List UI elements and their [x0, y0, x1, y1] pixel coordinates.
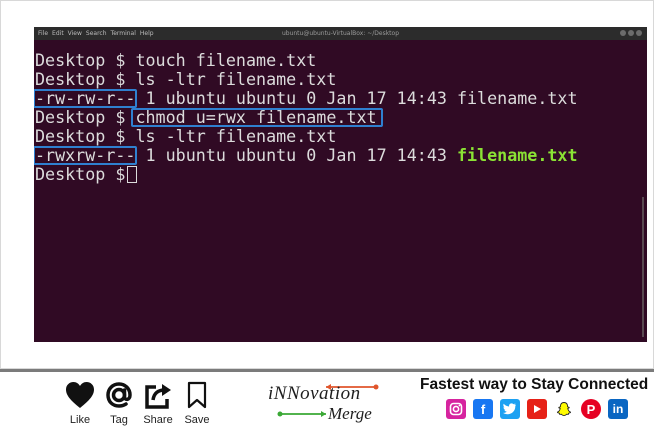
social-brand-links: f P in	[446, 399, 628, 419]
terminal-line: Desktop $	[35, 165, 647, 184]
tag-button[interactable]: Tag	[105, 379, 133, 426]
terminal-line: -rwxrw-r-- 1 ubuntu ubuntu 0 Jan 17 14:4…	[34, 145, 647, 165]
pinterest-icon[interactable]: P	[581, 399, 601, 419]
logo-text-line2: Merge	[328, 404, 372, 423]
tag-label: Tag	[110, 414, 128, 426]
executable-filename: filename.txt	[456, 145, 578, 165]
prompt: Desktop $	[35, 107, 126, 127]
text-cursor	[127, 166, 138, 183]
window-controls	[620, 30, 642, 36]
youtube-icon[interactable]	[527, 399, 547, 419]
terminal-line: Desktop $ chmod u=rwx filename.txt	[35, 108, 647, 127]
twitter-icon[interactable]	[500, 399, 520, 419]
share-button[interactable]: Share	[142, 379, 174, 426]
chmod-command-highlight: chmod u=rwx filename.txt	[131, 107, 383, 127]
logo-text-line1: iNNovation	[268, 383, 361, 404]
terminal-line: Desktop $ ls -ltr filename.txt	[35, 127, 647, 146]
scrollbar[interactable]	[642, 197, 644, 337]
terminal-line: Desktop $ ls -ltr filename.txt	[35, 70, 647, 89]
minimize-button[interactable]	[620, 30, 626, 36]
divider	[0, 369, 654, 372]
facebook-icon[interactable]: f	[473, 399, 493, 419]
innovation-merge-logo: iNNovation Merge	[268, 381, 394, 423]
bookmark-icon	[181, 379, 213, 411]
like-button[interactable]: Like	[66, 379, 94, 426]
at-icon	[103, 379, 135, 411]
window-titlebar[interactable]: File Edit View Search Terminal Help ubun…	[34, 27, 647, 40]
share-icon	[142, 379, 174, 411]
save-label: Save	[184, 414, 210, 426]
instagram-icon[interactable]	[446, 399, 466, 419]
heart-icon	[64, 379, 96, 411]
listing-details: 1 ubuntu ubuntu 0 Jan 17 14:43	[145, 145, 447, 165]
share-label: Share	[143, 414, 173, 426]
command: ls -ltr filename.txt	[135, 126, 337, 146]
permissions-highlight: -rw-rw-r--	[34, 88, 138, 108]
social-actions: Like Tag Share Save	[66, 379, 211, 426]
terminal-line: Desktop $ touch filename.txt	[35, 51, 647, 70]
snapchat-icon[interactable]	[554, 399, 574, 419]
prompt: Desktop $	[35, 126, 126, 146]
terminal-line: -rw-rw-r-- 1 ubuntu ubuntu 0 Jan 17 14:4…	[34, 88, 647, 108]
maximize-button[interactable]	[628, 30, 634, 36]
close-button[interactable]	[636, 30, 642, 36]
save-button[interactable]: Save	[183, 379, 211, 426]
linkedin-icon[interactable]: in	[608, 399, 628, 419]
tagline: Fastest way to Stay Connected	[420, 376, 649, 393]
prompt: Desktop $	[35, 164, 126, 184]
command: touch filename.txt	[135, 50, 317, 70]
listing-details: 1 ubuntu ubuntu 0 Jan 17 14:43 filename.…	[145, 88, 578, 108]
prompt: Desktop $	[35, 69, 126, 89]
window-title: ubuntu@ubuntu-VirtualBox: ~/Desktop	[281, 30, 400, 37]
like-label: Like	[69, 414, 91, 426]
command: ls -ltr filename.txt	[135, 69, 337, 89]
terminal-output[interactable]: Desktop $ touch filename.txt Desktop $ l…	[34, 51, 647, 184]
prompt: Desktop $	[35, 50, 126, 70]
permissions-highlight: -rwxrw-r--	[34, 145, 138, 165]
terminal-window[interactable]: File Edit View Search Terminal Help ubun…	[34, 27, 647, 342]
